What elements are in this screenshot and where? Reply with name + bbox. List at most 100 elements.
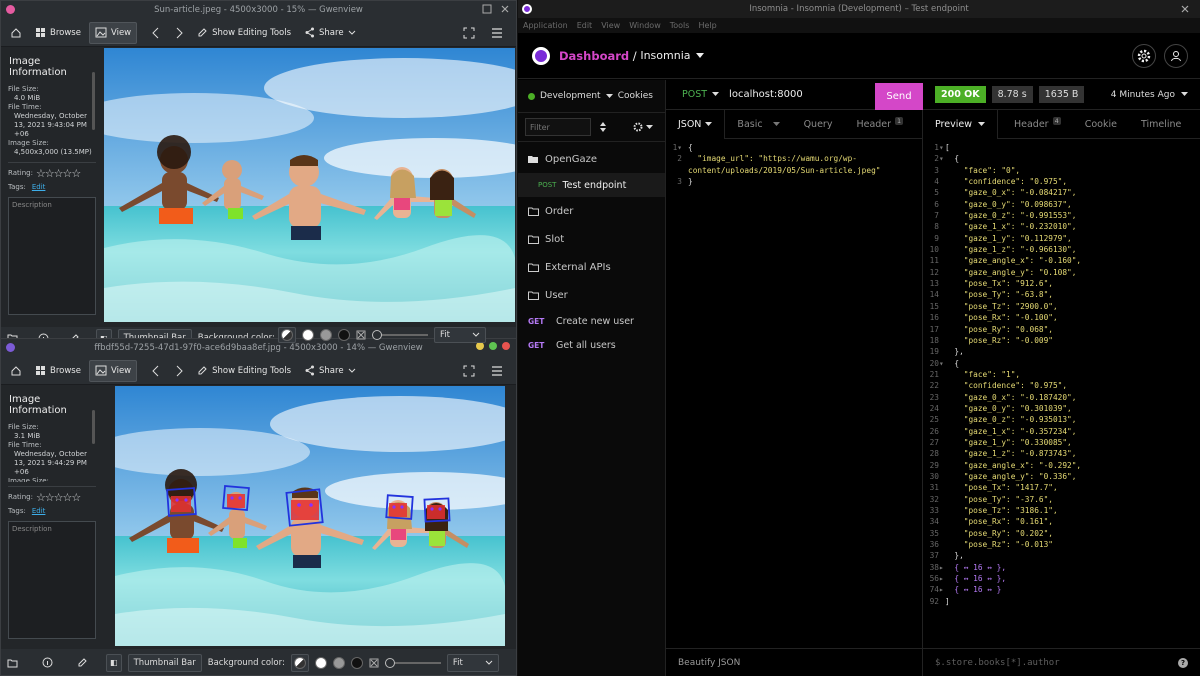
share-button[interactable]: Share xyxy=(299,360,361,382)
response-filter-input[interactable]: $.store.books[*].author xyxy=(935,658,1060,668)
response-age[interactable]: 4 Minutes Ago xyxy=(1111,90,1175,100)
thumbnail-bar-button[interactable]: Thumbnail Bar xyxy=(127,653,202,672)
pencil-icon[interactable] xyxy=(77,657,88,668)
menu-window[interactable]: Window xyxy=(629,21,661,30)
bg-gray-button[interactable] xyxy=(320,329,332,341)
bg-black-button[interactable] xyxy=(338,329,350,341)
environment-select[interactable]: Development xyxy=(540,91,601,101)
breadcrumb-project[interactable]: Insomnia xyxy=(640,49,690,62)
request-body-editor[interactable]: 1▾{ 2 "image_url": "https://wamu.org/wp-… xyxy=(666,139,922,187)
help-icon[interactable]: ? xyxy=(1178,657,1188,668)
window-titlebar[interactable]: Insomnia - Insomnia (Development) – Test… xyxy=(518,0,1200,18)
chevron-down-icon[interactable] xyxy=(1181,92,1188,97)
account-button[interactable] xyxy=(1164,44,1188,68)
maximize-icon[interactable] xyxy=(489,342,497,350)
minimize-icon[interactable] xyxy=(476,342,484,350)
tab-basic[interactable]: Basic xyxy=(724,109,791,139)
sidebar-request-test-endpoint[interactable]: POST Test endpoint xyxy=(518,173,665,197)
browse-button[interactable]: Browse xyxy=(30,22,86,44)
zoom-slider[interactable] xyxy=(384,657,441,668)
previous-button[interactable] xyxy=(146,360,166,382)
folder-icon[interactable] xyxy=(7,658,18,668)
previous-button[interactable] xyxy=(146,22,166,44)
home-button[interactable] xyxy=(5,360,27,382)
response-body-viewer[interactable]: 1▾[2▾ {3 "face": "0", 4 "confidence": "0.… xyxy=(923,139,1200,607)
sidebar-folder-user[interactable]: User xyxy=(518,281,665,309)
description-field[interactable]: Description xyxy=(8,197,96,315)
next-button[interactable] xyxy=(169,22,189,44)
next-button[interactable] xyxy=(169,360,189,382)
chevron-down-icon[interactable] xyxy=(712,92,720,97)
panel-scrollbar[interactable] xyxy=(92,72,95,130)
tab-preview[interactable]: Preview xyxy=(923,109,997,139)
menu-button[interactable] xyxy=(486,360,508,382)
description-field[interactable]: Description xyxy=(8,521,96,639)
add-request-button[interactable] xyxy=(633,122,653,132)
sidebar-folder-opengaze[interactable]: OpenGaze xyxy=(518,145,665,173)
rating-stars[interactable]: ☆☆☆☆☆ xyxy=(36,491,81,504)
fullscreen-button[interactable] xyxy=(458,360,480,382)
url-input[interactable]: localhost:8000 xyxy=(729,89,803,100)
photo-canvas[interactable] xyxy=(115,386,505,646)
tab-header[interactable]: Header 1 xyxy=(844,110,915,139)
sidebar-folder-order[interactable]: Order xyxy=(518,197,665,225)
close-icon[interactable] xyxy=(1180,4,1190,14)
chevron-down-icon[interactable] xyxy=(605,93,613,99)
tags-edit-link[interactable]: Edit xyxy=(32,507,46,516)
bg-black-button[interactable] xyxy=(350,656,363,669)
tab-timeline[interactable]: Timeline xyxy=(1129,110,1193,139)
fullscreen-button[interactable] xyxy=(458,22,480,44)
menu-view[interactable]: View xyxy=(601,21,620,30)
menu-tools[interactable]: Tools xyxy=(670,21,690,30)
method-select[interactable]: POST xyxy=(682,89,707,100)
view-button[interactable]: View xyxy=(88,359,138,382)
filter-input[interactable] xyxy=(525,118,591,136)
show-editing-tools-button[interactable]: Show Editing Tools xyxy=(192,22,296,44)
menu-help[interactable]: Help xyxy=(698,21,716,30)
zoom-to-fit-icon[interactable] xyxy=(369,658,379,668)
maximize-icon[interactable] xyxy=(482,4,492,14)
show-editing-tools-button[interactable]: Show Editing Tools xyxy=(192,360,296,382)
zoom-slider[interactable] xyxy=(372,330,428,340)
thumbnail-toggle-button[interactable]: ◧ xyxy=(106,653,122,672)
photo-canvas[interactable] xyxy=(104,48,515,322)
tab-json[interactable]: JSON xyxy=(666,109,725,139)
bg-white-button[interactable] xyxy=(314,656,327,669)
close-icon[interactable] xyxy=(502,342,510,350)
sidebar-request-get-all-users[interactable]: GET Get all users xyxy=(518,333,665,357)
code-line: 5 "gaze_0_x": "-0.084217", xyxy=(923,187,1200,198)
menu-button[interactable] xyxy=(486,22,508,44)
browse-button[interactable]: Browse xyxy=(30,360,86,382)
panel-scrollbar[interactable] xyxy=(92,410,95,444)
tab-response-header[interactable]: Header 4 xyxy=(996,109,1073,139)
share-button[interactable]: Share xyxy=(299,22,361,44)
bg-auto-button[interactable] xyxy=(278,327,296,343)
settings-button[interactable] xyxy=(1132,44,1156,68)
rating-stars[interactable]: ☆☆☆☆☆ xyxy=(36,167,81,180)
tab-query[interactable]: Query xyxy=(792,110,845,139)
tags-edit-link[interactable]: Edit xyxy=(32,183,46,192)
sidebar-folder-slot[interactable]: Slot xyxy=(518,225,665,253)
info-icon[interactable] xyxy=(42,657,53,668)
zoom-to-fit-icon[interactable] xyxy=(356,330,366,340)
send-button[interactable]: Send xyxy=(875,83,923,110)
sidebar-request-create-new-user[interactable]: GET Create new user xyxy=(518,309,665,333)
sort-icon[interactable] xyxy=(599,122,607,132)
window-titlebar[interactable]: Sun-article.jpeg - 4500x3000 - 15% — Gwe… xyxy=(1,1,516,19)
bg-gray-button[interactable] xyxy=(332,656,345,669)
home-button[interactable] xyxy=(5,22,27,44)
bg-white-button[interactable] xyxy=(302,329,314,341)
menu-edit[interactable]: Edit xyxy=(577,21,593,30)
bg-auto-button[interactable] xyxy=(290,653,309,672)
zoom-fit-select[interactable]: Fit xyxy=(446,653,499,672)
sidebar-folder-external-apis[interactable]: External APIs xyxy=(518,253,665,281)
cookies-button[interactable]: Cookies xyxy=(618,91,653,101)
beautify-json-button[interactable]: Beautify JSON xyxy=(666,648,922,676)
view-button[interactable]: View xyxy=(88,21,138,44)
zoom-fit-select[interactable]: Fit xyxy=(434,327,486,343)
chevron-down-icon[interactable] xyxy=(695,52,704,59)
menu-application[interactable]: Application xyxy=(523,21,568,30)
breadcrumb-dashboard[interactable]: Dashboard xyxy=(559,49,629,63)
tab-cookie[interactable]: Cookie xyxy=(1073,110,1129,139)
close-icon[interactable] xyxy=(500,4,510,14)
